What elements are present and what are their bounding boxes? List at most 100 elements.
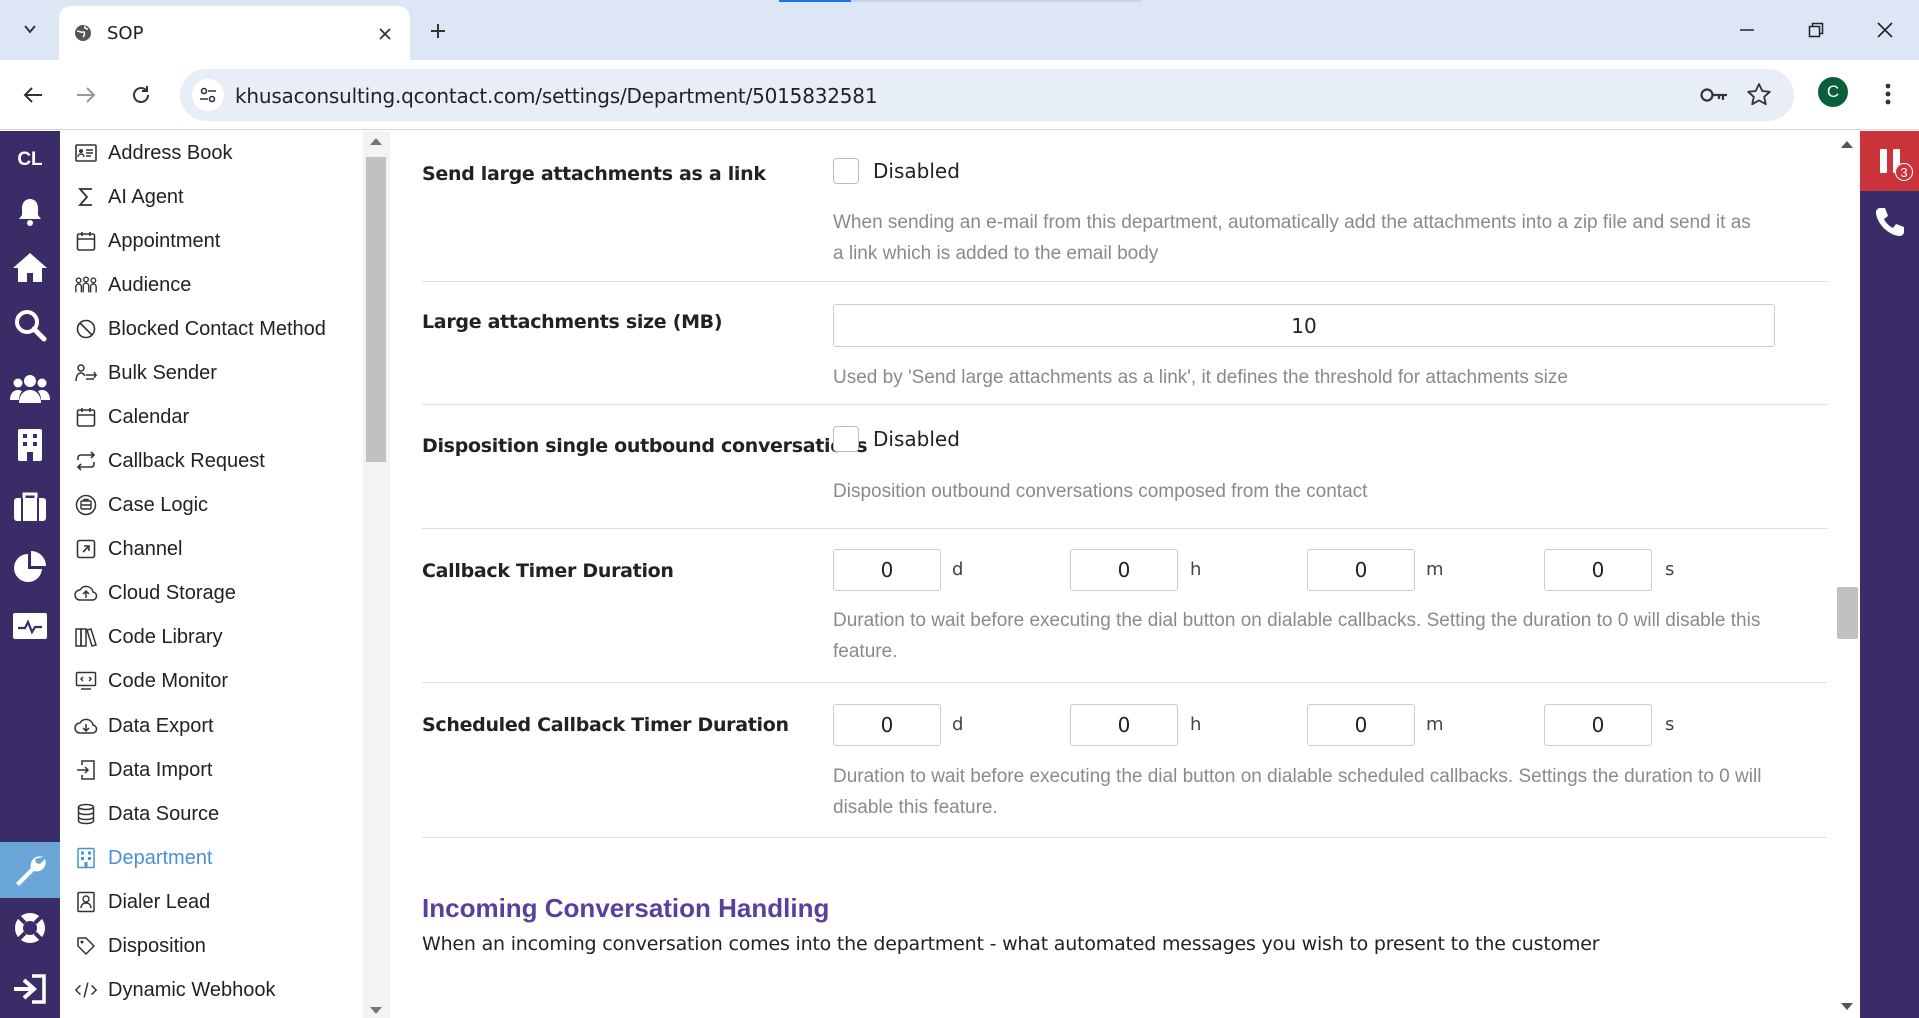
pie-chart-icon[interactable] bbox=[8, 548, 52, 588]
menu-item-code-monitor[interactable]: Code Monitor bbox=[74, 663, 228, 699]
scheduled-timer-hours-input[interactable]: 0 bbox=[1070, 704, 1178, 746]
menu-item-case-logic[interactable]: Case Logic bbox=[74, 487, 208, 523]
scheduled-timer-seconds-input[interactable]: 0 bbox=[1544, 704, 1652, 746]
users-icon[interactable] bbox=[8, 368, 52, 408]
callback-timer-hours-input[interactable]: 0 bbox=[1070, 549, 1178, 591]
setting-help-text: Duration to wait before executing the di… bbox=[833, 610, 1761, 662]
scrollbar-thumb[interactable] bbox=[366, 157, 386, 462]
menu-item-dialer-lead[interactable]: Dialer Lead bbox=[74, 884, 210, 920]
section-description: When an incoming conversation comes into… bbox=[422, 933, 1600, 955]
menu-item-label: Bulk Sender bbox=[108, 361, 217, 384]
menu-item-code-library[interactable]: Code Library bbox=[74, 619, 223, 655]
site-info-icon[interactable] bbox=[192, 79, 224, 111]
browser-tab-active[interactable]: SOP bbox=[59, 6, 410, 60]
search-icon[interactable] bbox=[8, 305, 52, 345]
menu-item-data-source[interactable]: Data Source bbox=[74, 796, 219, 832]
profile-avatar[interactable]: C bbox=[1818, 77, 1848, 107]
tab-group-indicator bbox=[779, 0, 851, 2]
menu-item-label: Case Logic bbox=[108, 493, 209, 516]
send-large-attachments-checkbox[interactable]: Disabled bbox=[833, 158, 960, 184]
code-icon bbox=[74, 978, 98, 1002]
menu-item-data-import[interactable]: Data Import bbox=[74, 752, 212, 788]
unit-minutes: m bbox=[1426, 559, 1444, 580]
menu-item-callback-request[interactable]: Callback Request bbox=[74, 443, 265, 479]
setting-label: Callback Timer Duration bbox=[422, 560, 674, 582]
menu-item-label: Blocked Contact Method bbox=[108, 317, 326, 340]
menu-item-appointment[interactable]: Appointment bbox=[74, 223, 220, 259]
minimize-icon bbox=[1739, 22, 1755, 38]
menu-item-ai-agent[interactable]: AI Agent bbox=[74, 179, 184, 215]
code-monitor-icon bbox=[74, 669, 98, 693]
menu-item-blocked-contact-method[interactable]: Blocked Contact Method bbox=[74, 311, 326, 347]
password-key-icon[interactable] bbox=[1699, 82, 1729, 108]
menu-item-audience[interactable]: Audience bbox=[74, 267, 191, 303]
menu-item-cloud-storage[interactable]: Cloud Storage bbox=[74, 575, 236, 611]
menu-item-department[interactable]: Department bbox=[74, 840, 213, 876]
new-tab-button[interactable] bbox=[421, 14, 455, 48]
browser-menu-button[interactable] bbox=[1876, 77, 1900, 111]
menu-item-bulk-sender[interactable]: Bulk Sender bbox=[74, 355, 217, 391]
lifebuoy-icon[interactable] bbox=[8, 908, 52, 948]
scrollbar-thumb[interactable] bbox=[1837, 587, 1858, 639]
wrench-icon[interactable] bbox=[8, 850, 52, 890]
callback-timer-seconds-input[interactable]: 0 bbox=[1544, 549, 1652, 591]
checkbox-box[interactable] bbox=[833, 426, 859, 452]
menu-item-label: Data Source bbox=[108, 802, 220, 825]
logout-icon[interactable] bbox=[8, 969, 52, 1009]
department-settings-form: Send large attachments as a link Disable… bbox=[390, 131, 1860, 1018]
calendar-icon bbox=[74, 405, 98, 429]
back-button[interactable] bbox=[13, 75, 53, 115]
scheduled-timer-days-input[interactable]: 0 bbox=[833, 704, 941, 746]
callback-timer-minutes-input[interactable]: 0 bbox=[1307, 549, 1415, 591]
right-rail: 3 bbox=[1860, 131, 1919, 1018]
app-rail: CL bbox=[0, 131, 60, 1018]
home-icon[interactable] bbox=[8, 247, 52, 287]
scheduled-timer-minutes-input[interactable]: 0 bbox=[1307, 704, 1415, 746]
restore-button[interactable] bbox=[1794, 12, 1838, 48]
tab-title: SOP bbox=[107, 22, 144, 44]
forward-button[interactable] bbox=[66, 75, 106, 115]
browser-tab-bar: SOP bbox=[0, 0, 1919, 60]
tab-search-button[interactable] bbox=[10, 9, 50, 49]
menu-item-channel[interactable]: Channel bbox=[74, 531, 183, 567]
phone-icon bbox=[1873, 205, 1907, 239]
address-bar[interactable]: khusaconsulting.qcontact.com/settings/De… bbox=[180, 69, 1794, 121]
scroll-up-arrow-icon[interactable] bbox=[1841, 141, 1853, 148]
phone-button[interactable] bbox=[1860, 197, 1919, 247]
menu-item-data-export[interactable]: Data Export bbox=[74, 708, 214, 744]
bell-icon[interactable] bbox=[8, 192, 52, 232]
bookmark-star-icon[interactable] bbox=[1746, 82, 1772, 108]
callback-timer-days-input[interactable]: 0 bbox=[833, 549, 941, 591]
setting-row-send-large-attachments: Send large attachments as a link Disable… bbox=[422, 131, 1827, 282]
menu-item-address-book[interactable]: Address Book bbox=[74, 135, 233, 171]
menu-item-dynamic-webhook[interactable]: Dynamic Webhook bbox=[74, 972, 275, 1008]
close-icon bbox=[1876, 21, 1894, 39]
reload-button[interactable] bbox=[121, 75, 161, 115]
checkbox-box[interactable] bbox=[833, 158, 859, 184]
scroll-up-arrow-icon[interactable] bbox=[370, 138, 382, 145]
monitor-chart-icon[interactable] bbox=[8, 607, 52, 647]
large-attachments-size-input[interactable] bbox=[833, 304, 1775, 347]
disposition-single-outbound-checkbox[interactable]: Disabled bbox=[833, 426, 960, 452]
minimize-button[interactable] bbox=[1725, 12, 1769, 48]
close-window-button[interactable] bbox=[1863, 12, 1907, 48]
menu-item-disposition[interactable]: Disposition bbox=[74, 928, 206, 964]
url-text[interactable]: khusaconsulting.qcontact.com/settings/De… bbox=[235, 84, 878, 108]
pause-status-button[interactable] bbox=[1860, 131, 1919, 191]
briefcase-icon[interactable] bbox=[8, 486, 52, 526]
menu-item-label: AI Agent bbox=[108, 185, 184, 208]
scroll-down-arrow-icon[interactable] bbox=[370, 1007, 382, 1014]
tab-group-indicator-secondary bbox=[851, 0, 1141, 2]
close-tab-icon[interactable] bbox=[372, 21, 398, 47]
settings-menu: Address Book AI Agent Appointment Audien… bbox=[60, 131, 390, 1018]
callback-icon bbox=[74, 449, 98, 473]
app-logo[interactable]: CL bbox=[0, 149, 60, 171]
scroll-down-arrow-icon[interactable] bbox=[1841, 1003, 1853, 1010]
address-book-icon bbox=[74, 141, 98, 165]
setting-help-text: Used by 'Send large attachments as a lin… bbox=[833, 367, 1568, 388]
menu-item-calendar[interactable]: Calendar bbox=[74, 399, 189, 435]
checkbox-label: Disabled bbox=[873, 427, 960, 451]
building-icon[interactable] bbox=[8, 424, 52, 464]
main-scrollbar[interactable] bbox=[1834, 131, 1860, 1018]
settings-menu-scrollbar[interactable] bbox=[363, 131, 390, 1018]
